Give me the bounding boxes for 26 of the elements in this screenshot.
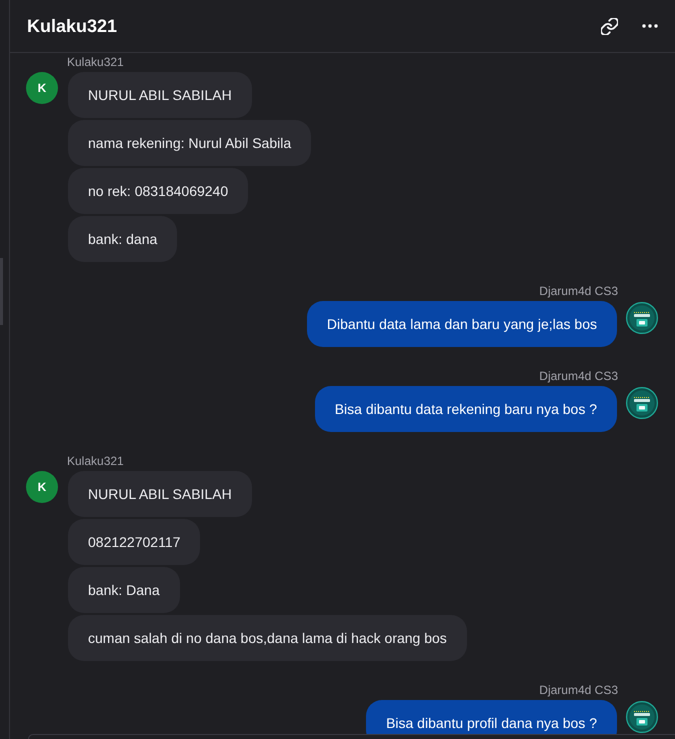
message-bubble: Dibantu data lama dan baru yang je;las bos xyxy=(306,301,617,347)
sender-name: Djarum4d CS3 xyxy=(539,369,618,383)
message-bubble: 082122702117 xyxy=(68,519,200,565)
logo-avatar-icon xyxy=(626,302,658,334)
message-input-field[interactable] xyxy=(28,734,675,739)
sender-name: Kulaku321 xyxy=(67,454,124,468)
logo-avatar-icon xyxy=(626,387,658,419)
sender-name: Djarum4d CS3 xyxy=(539,284,618,298)
message-bubble: NURUL ABIL SABILAH xyxy=(68,72,252,118)
more-icon xyxy=(642,24,658,28)
sender-name: Djarum4d CS3 xyxy=(539,683,618,697)
link-icon xyxy=(600,18,618,34)
message-bubble: no rek: 083184069240 xyxy=(68,168,248,214)
sender-name: Kulaku321 xyxy=(67,55,124,69)
message-bubble: bank: dana xyxy=(68,216,178,262)
chat-title: Kulaku321 xyxy=(27,16,118,36)
message-bubble: cuman salah di no dana bos,dana lama di hack orang bos xyxy=(68,615,467,661)
message-bubble: Bisa dibantu data rekening baru nya bos ? xyxy=(314,386,617,432)
message-bubble: bank: Dana xyxy=(68,567,180,613)
user-avatar: K xyxy=(26,72,58,104)
logo-avatar-icon xyxy=(626,701,658,733)
message-bubble: NURUL ABIL SABILAH xyxy=(68,471,252,517)
message-bubble: Bisa dibantu profil dana nya bos ? xyxy=(366,700,617,734)
user-avatar: K xyxy=(26,471,58,503)
message-bubble: nama rekening: Nurul Abil Sabila xyxy=(68,120,312,166)
scrollbar-thumb[interactable] xyxy=(0,258,3,325)
